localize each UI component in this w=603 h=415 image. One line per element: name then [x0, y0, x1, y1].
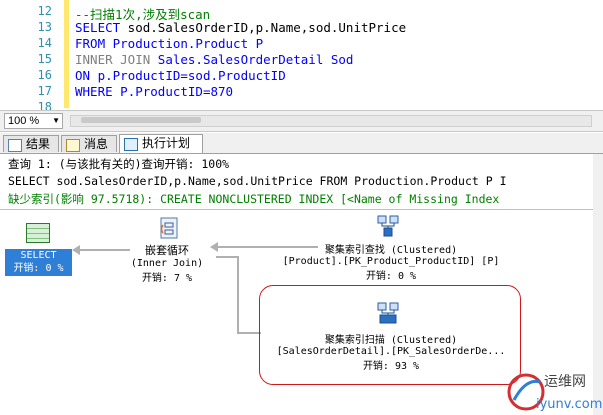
code-text: Sales.SalesOrderDetail Sod [150, 52, 354, 67]
svg-text:iyunv.com: iyunv.com [536, 397, 602, 412]
sql-keyword: SELECT [75, 20, 121, 35]
select-operator-icon[interactable] [26, 223, 50, 243]
select-node-name: SELECT [20, 250, 57, 261]
change-marker [64, 0, 69, 108]
clustered-index-scan-node[interactable]: 聚集索引扫描 (Clustered) [SalesOrderDetail].[P… [265, 331, 517, 372]
tab-results[interactable]: 结果 [3, 135, 59, 152]
data-flow-arrow [237, 256, 239, 334]
execution-plan-icon [124, 138, 138, 151]
sql-keyword: ON [75, 68, 91, 83]
horizontal-scrollbar[interactable] [70, 115, 592, 127]
data-flow-arrow [216, 256, 239, 258]
divider [0, 209, 603, 210]
scan-object-name: [SalesOrderDetail].[PK_SalesOrderDe... [276, 346, 506, 357]
nested-loops-node[interactable]: 嵌套循环 (Inner Join) 开销: 7 % [128, 242, 206, 284]
sql-keyword: WHERE [75, 84, 113, 99]
seek-operator-name: 聚集索引查找 (Clustered) [324, 245, 458, 256]
grid-icon [8, 139, 22, 152]
line-number: 17 [37, 84, 52, 98]
tab-label: 执行计划 [142, 136, 191, 150]
tab-execution-plan[interactable]: 执行计划 [119, 134, 203, 153]
arrow-head [72, 245, 80, 255]
query-sql-text: SELECT sod.SalesOrderID,p.Name,sod.UnitP… [8, 174, 507, 188]
code-line[interactable]: ON p.ProductID=sod.ProductID [75, 68, 286, 83]
message-icon [66, 139, 80, 152]
code-line[interactable]: INNER JOIN Sales.SalesOrderDetail Sod [75, 52, 353, 67]
code-text: sod.SalesOrderID,p.Name,sod.UnitPrice [120, 20, 407, 35]
site-watermark-logo: 运维网 iyunv.com [507, 373, 602, 412]
code-text: Production.Product P [105, 36, 264, 51]
code-line[interactable]: WHERE P.ProductID=870 [75, 84, 233, 99]
select-node-label[interactable]: SELECT 开销: 0 % [5, 249, 72, 276]
zoom-value: 100 % [8, 115, 40, 127]
query-cost-header: 查询 1: (与该批有关的)查询开销: 100% [8, 157, 230, 171]
nested-loops-icon[interactable] [157, 216, 181, 240]
select-node-cost: 开销: 0 % [13, 263, 64, 274]
code-text: p.ProductID=sod.ProductID [90, 68, 286, 83]
nested-loops-cost: 开销: 7 % [141, 273, 193, 284]
code-line[interactable]: SELECT sod.SalesOrderID,p.Name,sod.UnitP… [75, 20, 406, 35]
line-number: 13 [37, 20, 52, 34]
line-number-gutter: 12 13 14 15 16 17 18 [0, 0, 62, 114]
clustered-index-scan-icon[interactable] [376, 301, 400, 325]
code-text: P.ProductID=870 [112, 84, 234, 99]
results-tab-strip: 结果 消息 执行计划 [0, 133, 603, 154]
scan-cost: 开销: 93 % [362, 361, 420, 372]
line-number: 16 [37, 68, 52, 82]
line-number: 15 [37, 52, 52, 66]
scrollbar-thumb[interactable] [81, 117, 201, 123]
clustered-index-seek-node[interactable]: 聚集索引查找 (Clustered) [Product].[PK_Product… [268, 241, 514, 282]
tab-label: 结果 [26, 137, 51, 151]
chevron-down-icon: ▼ [52, 116, 60, 125]
missing-index-hint[interactable]: 缺少索引(影响 97.5718): CREATE NONCLUSTERED IN… [8, 191, 499, 207]
data-flow-arrow [80, 249, 130, 251]
sql-keyword: FROM [75, 36, 106, 51]
zoom-select[interactable]: 100 % ▼ [4, 113, 63, 129]
line-number: 12 [37, 4, 52, 18]
sql-editor[interactable]: 12 13 14 15 16 17 18 --扫描1次,涉及到scan SELE… [0, 0, 603, 114]
seek-object-name: [Product].[PK_Product_ProductID] [P] [282, 256, 500, 267]
clustered-index-seek-icon[interactable] [376, 214, 400, 238]
code-line[interactable]: FROM Production.Product P [75, 36, 263, 51]
sql-keyword: INNER JOIN [75, 52, 151, 67]
line-number: 14 [37, 36, 52, 50]
tab-label: 消息 [84, 137, 109, 151]
nested-loops-name: 嵌套循环 [145, 244, 189, 257]
zoom-bar: 100 % ▼ [0, 110, 603, 132]
seek-cost: 开销: 0 % [365, 271, 417, 282]
svg-text:运维网: 运维网 [544, 374, 586, 390]
data-flow-arrow [237, 332, 261, 334]
nested-loops-join-type: (Inner Join) [130, 258, 204, 269]
tab-messages[interactable]: 消息 [61, 135, 117, 152]
scan-operator-name: 聚集索引扫描 (Clustered) [324, 335, 458, 346]
arrow-head [210, 242, 218, 252]
